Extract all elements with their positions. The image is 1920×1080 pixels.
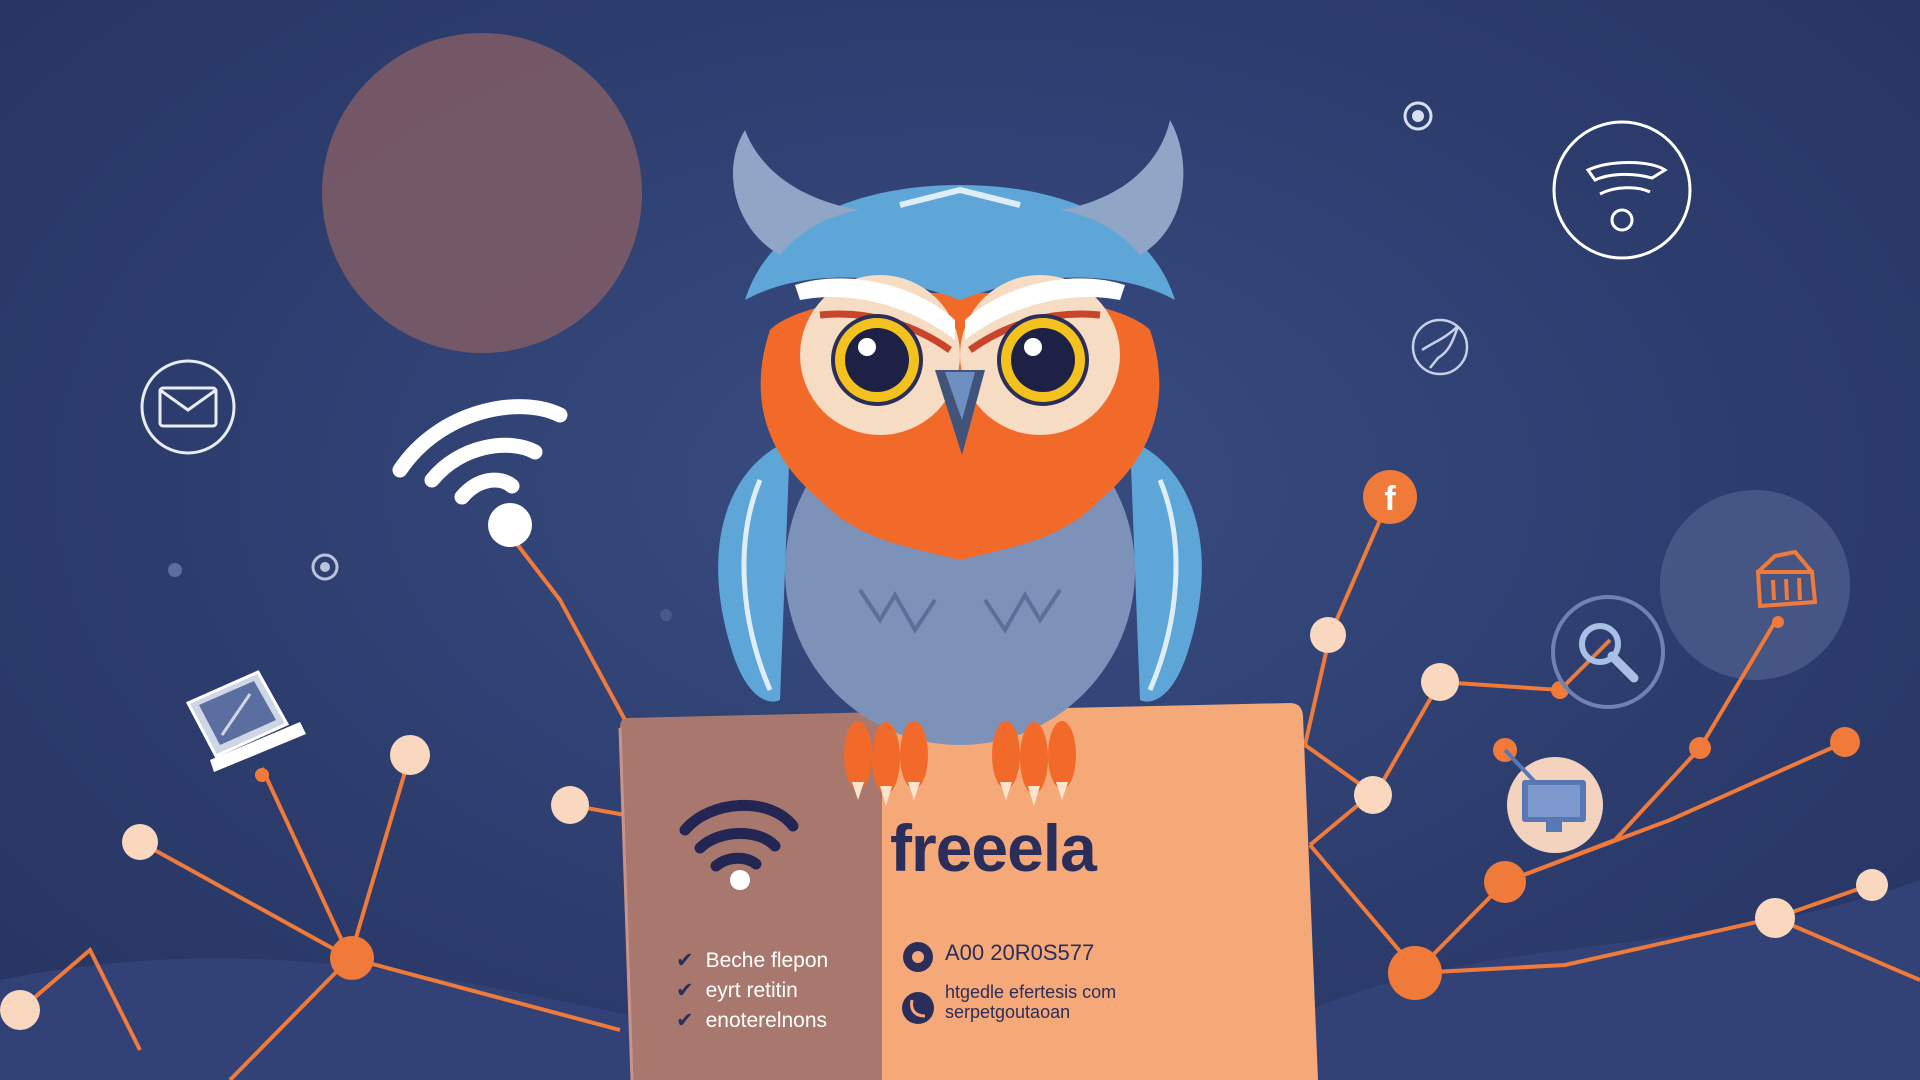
monitor-icon xyxy=(1503,748,1603,853)
bird-icon xyxy=(1411,318,1469,376)
decor-planet xyxy=(322,33,642,353)
card-wifi-dot xyxy=(730,870,750,890)
wifi-badge-icon xyxy=(1552,120,1692,260)
checklist-item: Beche flepon xyxy=(676,946,829,976)
owl-mascot xyxy=(718,120,1202,806)
mail-icon xyxy=(140,359,236,455)
contact-web-line1: htgedle efertesis com xyxy=(945,982,1117,1002)
phone-icon xyxy=(903,942,933,972)
checklist-item: eyrt retitin xyxy=(676,976,828,1006)
owl-network-illustration: f xyxy=(0,33,1920,1080)
contact-phone: A00 20R0S577 xyxy=(945,940,1095,965)
card-checklist: Beche flepon eyrt retitin enoterelnons xyxy=(676,946,829,1036)
wifi-icon-dot xyxy=(488,503,532,547)
web-icon xyxy=(902,992,934,1024)
laptop-icon xyxy=(185,670,306,772)
contact-web-line2: serpetgoutaoan xyxy=(945,1002,1071,1022)
contact-web: htgedle efertesis com serpetgoutaoan xyxy=(945,982,1116,1022)
decor-bubble xyxy=(1660,490,1850,680)
search-icon xyxy=(1551,595,1665,709)
svg-text:f: f xyxy=(1384,480,1396,518)
wifi-icon xyxy=(392,399,568,505)
facebook-icon: f xyxy=(1363,470,1417,524)
checklist-item: enoterelnons xyxy=(676,1006,828,1036)
brand-name: freeela xyxy=(890,811,1097,885)
